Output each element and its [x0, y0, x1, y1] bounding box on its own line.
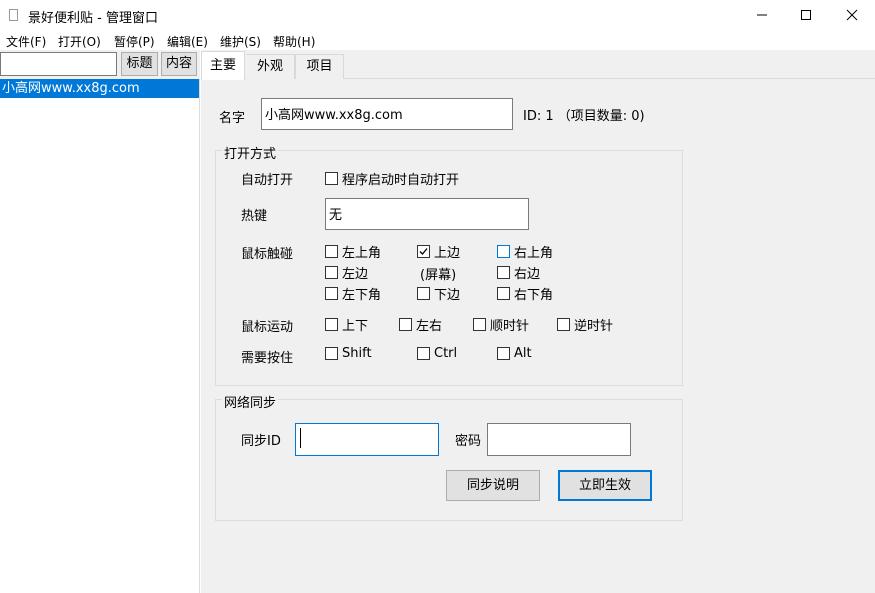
touch-top-left-checkbox[interactable]: 左上角 — [325, 242, 381, 261]
move-clockwise-checkbox[interactable]: 顺时针 — [473, 315, 529, 334]
search-input[interactable] — [0, 52, 117, 76]
menu-help[interactable]: 帮助(H) — [273, 33, 315, 50]
note-list-panel: 标题 内容 小高网www.xx8g.com — [0, 50, 200, 593]
touch-top-checkbox[interactable]: 上边 — [417, 242, 460, 261]
checkbox-box — [557, 318, 570, 331]
move-updown-checkbox[interactable]: 上下 — [325, 315, 368, 334]
mouse-touch-label: 鼠标触碰 — [241, 247, 294, 262]
move-leftright-checkbox[interactable]: 左右 — [399, 315, 442, 334]
menu-pause[interactable]: 暂停(P) — [114, 33, 155, 50]
menu-maintain[interactable]: 维护(S) — [220, 33, 261, 50]
id-info: ID: 1 （项目数量: 0) — [523, 109, 645, 124]
touch-bottom-checkbox[interactable]: 下边 — [417, 284, 460, 303]
app-icon — [9, 9, 18, 21]
move-counterclockwise-checkbox[interactable]: 逆时针 — [557, 315, 613, 334]
hold-shift-checkbox[interactable]: Shift — [325, 346, 372, 361]
checkbox-box — [325, 347, 338, 360]
menu-open[interactable]: 打开(O) — [58, 33, 101, 50]
touch-bottom-left-checkbox[interactable]: 左下角 — [325, 284, 381, 303]
minimize-button[interactable] — [739, 0, 785, 30]
checkbox-box — [497, 287, 510, 300]
title-bar: 景好便利贴 - 管理窗口 — [0, 0, 875, 30]
minimize-icon — [757, 14, 767, 16]
close-icon — [846, 9, 858, 21]
checkbox-box — [417, 245, 430, 258]
checkbox-box — [497, 245, 510, 258]
checkbox-box — [497, 347, 510, 360]
checkbox-box — [325, 245, 338, 258]
auto-open-checkbox[interactable]: 程序启动时自动打开 — [325, 169, 459, 188]
menu-bar: 文件(F) 打开(O) 暂停(P) 编辑(E) 维护(S) 帮助(H) — [0, 30, 875, 50]
checkbox-box — [417, 347, 430, 360]
detail-panel: 主要 外观 项目 名字 小高网www.xx8g.com ID: 1 （项目数量:… — [201, 50, 875, 593]
left-toolbar: 标题 内容 — [0, 50, 200, 79]
tab-appearance[interactable]: 外观 — [246, 54, 295, 79]
checkbox-box — [325, 318, 338, 331]
password-input[interactable] — [487, 423, 631, 456]
window-title: 景好便利贴 - 管理窗口 — [28, 11, 158, 26]
screen-label: (屏幕) — [420, 268, 457, 283]
hold-ctrl-checkbox[interactable]: Ctrl — [417, 346, 457, 361]
mouse-move-label: 鼠标运动 — [241, 320, 294, 335]
checkbox-box — [497, 266, 510, 279]
tab-items[interactable]: 项目 — [295, 54, 344, 79]
list-item[interactable]: 小高网www.xx8g.com — [0, 79, 199, 98]
search-content-button[interactable]: 内容 — [161, 52, 197, 76]
network-sync-title: 网络同步 — [222, 392, 279, 411]
network-sync-group — [215, 399, 683, 521]
auto-open-label: 自动打开 — [241, 173, 294, 188]
tab-main[interactable]: 主要 — [201, 51, 245, 80]
touch-bottom-right-checkbox[interactable]: 右下角 — [497, 284, 553, 303]
text-caret — [300, 428, 301, 448]
checkbox-box — [417, 287, 430, 300]
check-icon — [419, 248, 428, 255]
apply-now-button[interactable]: 立即生效 — [558, 470, 652, 501]
maximize-button[interactable] — [783, 0, 829, 30]
hold-alt-checkbox[interactable]: Alt — [497, 346, 532, 361]
search-title-button[interactable]: 标题 — [121, 52, 158, 76]
checkbox-box — [325, 266, 338, 279]
checkbox-box — [399, 318, 412, 331]
close-button[interactable] — [829, 0, 875, 30]
name-label: 名字 — [219, 111, 246, 126]
open-method-title: 打开方式 — [222, 143, 279, 162]
tab-strip: 主要 外观 项目 — [201, 50, 875, 80]
checkbox-box — [473, 318, 486, 331]
checkbox-box — [325, 172, 338, 185]
touch-top-right-checkbox[interactable]: 右上角 — [497, 242, 553, 261]
hotkey-field[interactable]: 无 — [325, 198, 529, 230]
checkbox-box — [325, 287, 338, 300]
menu-edit[interactable]: 编辑(E) — [167, 33, 208, 50]
menu-file[interactable]: 文件(F) — [6, 33, 46, 50]
password-label: 密码 — [455, 434, 482, 449]
hotkey-label: 热键 — [241, 209, 268, 224]
sync-id-input[interactable] — [295, 423, 439, 456]
touch-left-checkbox[interactable]: 左边 — [325, 263, 368, 282]
hold-key-label: 需要按住 — [241, 351, 294, 366]
sync-help-button[interactable]: 同步说明 — [446, 470, 540, 501]
sync-id-label: 同步ID — [241, 434, 281, 449]
name-field[interactable]: 小高网www.xx8g.com — [261, 98, 513, 130]
maximize-icon — [801, 10, 811, 20]
touch-right-checkbox[interactable]: 右边 — [497, 263, 540, 282]
